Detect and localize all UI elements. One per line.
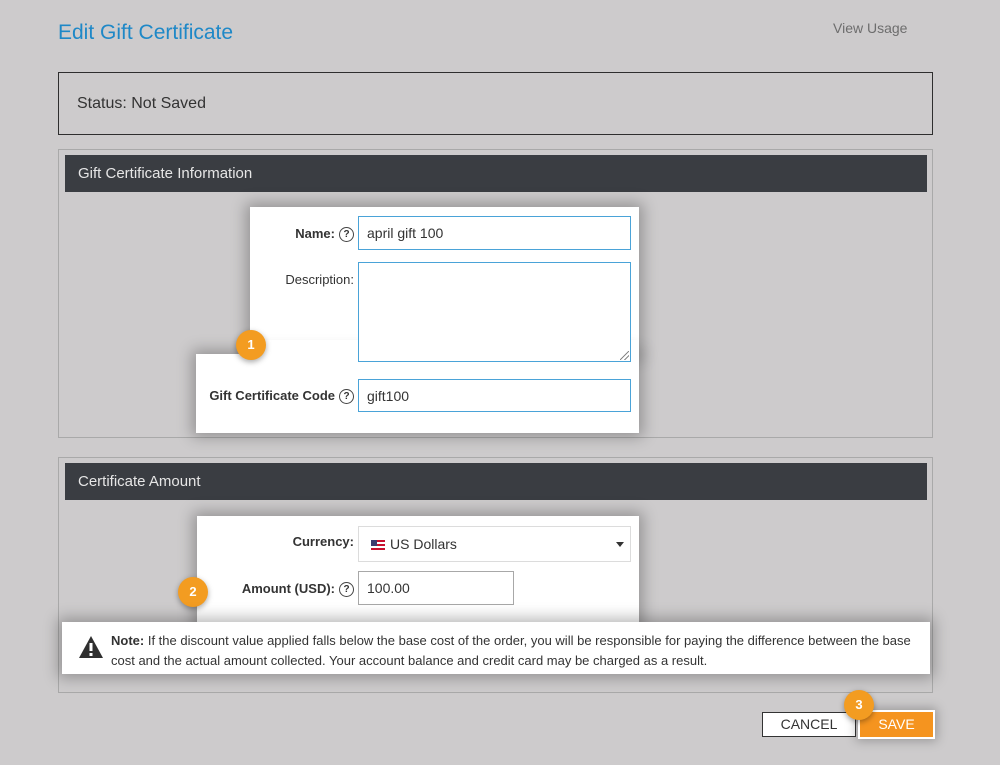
textarea-resize-grip[interactable] [620,351,629,360]
note-box: Note: If the discount value applied fall… [62,622,930,674]
note-body: If the discount value applied falls belo… [111,633,911,668]
warning-triangle-icon [79,636,103,658]
note-text: Note: If the discount value applied fall… [111,631,921,671]
amount-help-icon[interactable]: ? [339,582,354,597]
us-flag-icon [371,540,385,550]
description-textarea[interactable] [358,262,631,362]
code-label: Gift Certificate Code [209,388,335,403]
step-badge-2: 2 [178,577,208,607]
info-panel-header: Gift Certificate Information [65,155,927,192]
view-usage-link[interactable]: View Usage [833,20,907,36]
currency-select-value: US Dollars [390,536,457,552]
gift-certificate-code-input[interactable] [358,379,631,412]
note-label: Note: [111,633,145,648]
code-help-icon[interactable]: ? [339,389,354,404]
currency-label: Currency: [292,534,354,549]
caret-down-icon [616,542,624,547]
page-title: Edit Gift Certificate [58,21,234,44]
amount-input[interactable] [358,571,514,605]
name-input[interactable] [358,216,631,250]
cancel-button[interactable]: CANCEL [762,712,856,737]
amount-panel-header: Certificate Amount [65,463,927,500]
name-help-icon[interactable]: ? [339,227,354,242]
amount-label: Amount (USD): [241,581,335,596]
step-badge-1: 1 [236,330,266,360]
status-box: Status: Not Saved [58,72,933,135]
name-label: Name: [295,226,335,241]
currency-select[interactable]: US Dollars [358,526,631,562]
description-label: Description: [285,272,354,287]
step-badge-3: 3 [844,690,874,720]
